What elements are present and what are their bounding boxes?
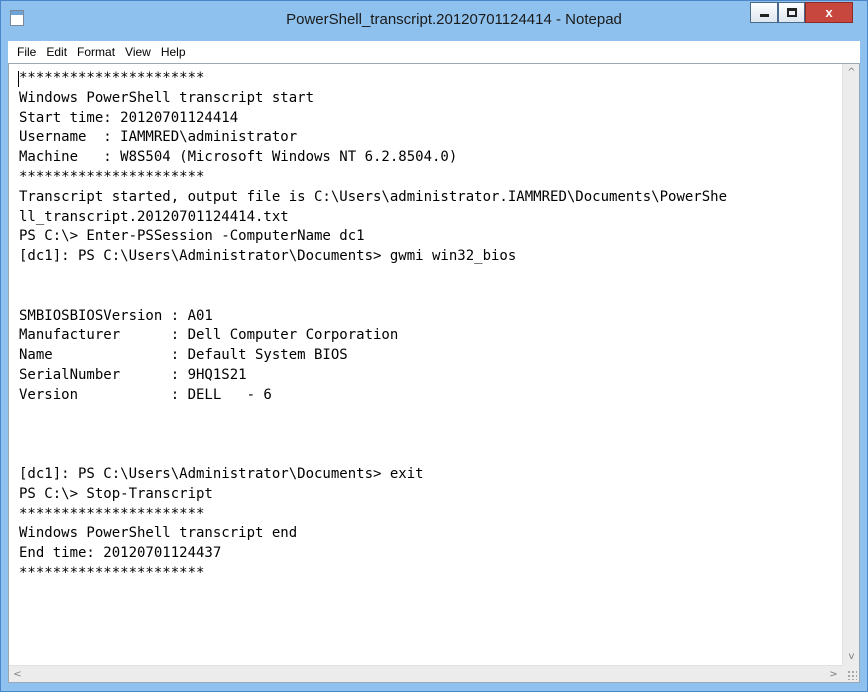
title-bar[interactable]: PowerShell_transcript.20120701124414 - N… xyxy=(1,1,867,41)
menu-file[interactable]: File xyxy=(12,42,41,62)
text-line: Transcript started, output file is C:\Us… xyxy=(19,188,728,205)
menu-edit[interactable]: Edit xyxy=(41,42,72,62)
text-line xyxy=(19,287,842,307)
text-line: ********************** xyxy=(19,168,205,185)
horizontal-scrollbar[interactable]: < > xyxy=(9,665,842,682)
scroll-left-icon[interactable]: < xyxy=(9,666,26,683)
text-line xyxy=(19,445,842,465)
text-caret xyxy=(18,71,19,87)
text-line xyxy=(19,425,842,445)
close-icon: x xyxy=(825,5,833,20)
text-line xyxy=(19,406,842,426)
close-button[interactable]: x xyxy=(805,2,853,23)
text-line: Username : IAMMRED\administrator xyxy=(19,129,298,146)
text-line: End time: 20120701124437 xyxy=(19,545,222,562)
text-line: [dc1]: PS C:\Users\Administrator\Documen… xyxy=(19,465,424,482)
window-title: PowerShell_transcript.20120701124414 - N… xyxy=(286,11,622,28)
minimize-icon xyxy=(759,14,769,17)
text-line: [dc1]: PS C:\Users\Administrator\Documen… xyxy=(19,248,517,265)
text-line: Windows PowerShell transcript end xyxy=(19,525,298,542)
maximize-button[interactable] xyxy=(778,2,805,23)
text-line: SerialNumber : 9HQ1S21 xyxy=(19,366,247,383)
text-line: ********************** xyxy=(19,70,205,86)
scroll-down-icon[interactable]: v xyxy=(843,648,860,665)
resize-grip-icon[interactable] xyxy=(847,670,857,680)
text-line: Manufacturer : Dell Computer Corporation xyxy=(19,327,399,344)
scroll-up-icon[interactable]: ^ xyxy=(843,64,860,81)
text-editor[interactable]: ********************** Windows PowerShell… xyxy=(8,63,860,683)
minimize-button[interactable] xyxy=(750,2,778,23)
text-line: PS C:\> Enter-PSSession -ComputerName dc… xyxy=(19,228,365,245)
text-line: Name : Default System BIOS xyxy=(19,347,348,364)
maximize-icon xyxy=(786,8,797,17)
menu-bar: File Edit Format View Help xyxy=(8,41,860,63)
text-line: Version : DELL - 6 xyxy=(19,386,272,403)
text-line: ********************** xyxy=(19,564,205,581)
vertical-scrollbar[interactable]: ^ v xyxy=(842,64,859,665)
menu-help[interactable]: Help xyxy=(156,42,191,62)
scroll-right-icon[interactable]: > xyxy=(825,666,842,683)
text-line: ll_transcript.20120701124414.txt xyxy=(19,208,289,225)
notepad-window: PowerShell_transcript.20120701124414 - N… xyxy=(0,0,868,692)
text-line: PS C:\> Stop-Transcript xyxy=(19,485,213,502)
text-line: ********************** xyxy=(19,505,205,522)
menu-view[interactable]: View xyxy=(120,42,156,62)
document-text[interactable]: ********************** Windows PowerShell… xyxy=(9,64,842,665)
menu-format[interactable]: Format xyxy=(72,42,120,62)
text-line: Windows PowerShell transcript start xyxy=(19,89,315,106)
text-line xyxy=(19,267,842,287)
scrollbar-corner xyxy=(842,665,859,682)
text-line: Start time: 20120701124414 xyxy=(19,109,239,126)
text-line: SMBIOSBIOSVersion : A01 xyxy=(19,307,213,324)
text-line: Machine : W8S504 (Microsoft Windows NT 6… xyxy=(19,149,458,166)
